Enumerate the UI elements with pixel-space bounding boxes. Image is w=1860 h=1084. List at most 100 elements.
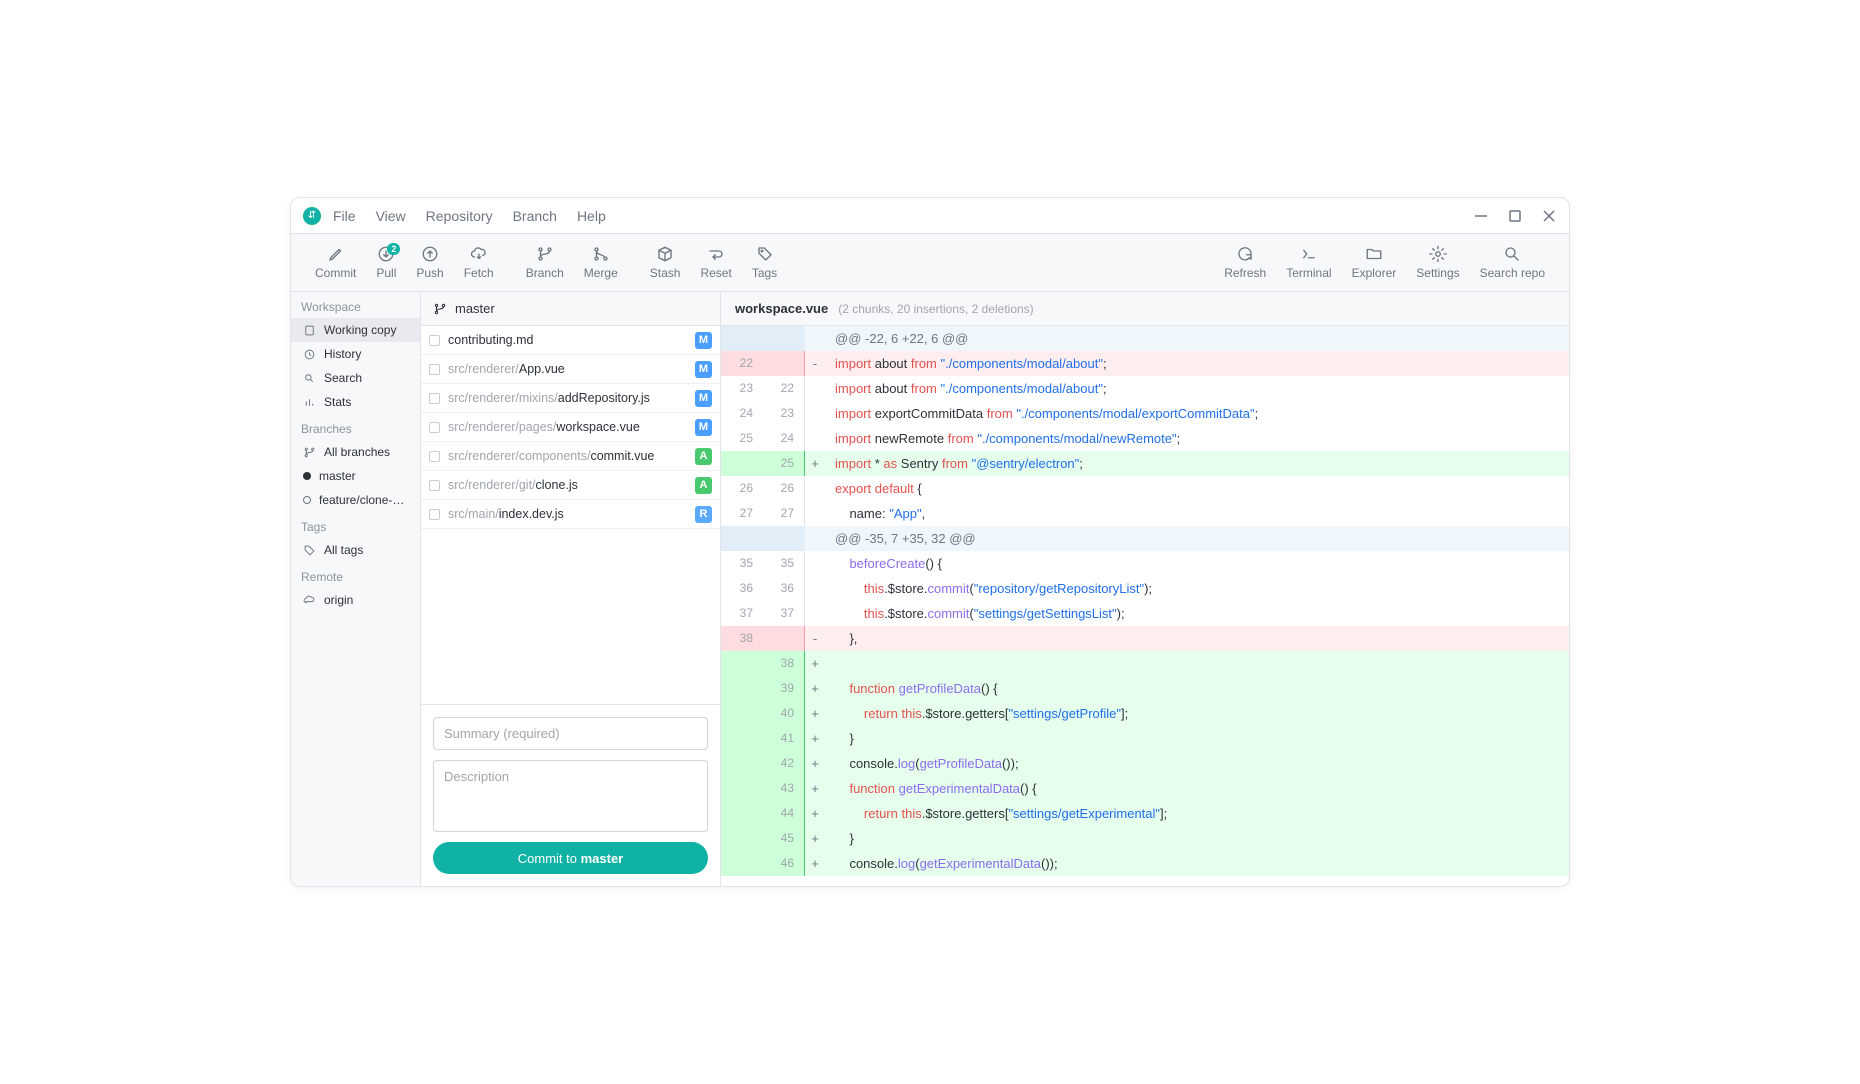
file-checkbox[interactable] — [429, 335, 440, 346]
search-icon — [303, 372, 316, 385]
branch-icon — [433, 302, 447, 316]
file-path: src/main/index.dev.js — [448, 507, 687, 521]
menu-file[interactable]: File — [333, 208, 356, 224]
toolbar-refresh[interactable]: Refresh — [1214, 245, 1276, 280]
merge-icon — [592, 245, 610, 263]
toolbar-stash[interactable]: Stash — [640, 245, 691, 280]
file-row[interactable]: src/main/index.dev.js R — [421, 500, 720, 529]
commit-button[interactable]: Commit to master — [433, 842, 708, 874]
diff-line: @@ -22, 6 +22, 6 @@ — [721, 326, 1569, 351]
toolbar-search[interactable]: Search repo — [1470, 245, 1555, 280]
toolbar-pull-label: Pull — [376, 266, 396, 280]
file-row[interactable]: src/renderer/App.vue M — [421, 355, 720, 384]
toolbar-push-label: Push — [416, 266, 443, 280]
sidebar-history[interactable]: History — [291, 342, 420, 366]
sidebar-origin[interactable]: origin — [291, 588, 420, 612]
commit-summary-input[interactable] — [433, 717, 708, 750]
file-status-badge: M — [695, 361, 712, 378]
diff-line: 2524import newRemote from "./components/… — [721, 426, 1569, 451]
toolbar-merge[interactable]: Merge — [574, 245, 628, 280]
file-path: src/renderer/App.vue — [448, 362, 687, 376]
diff-line: 25+import * as Sentry from "@sentry/elec… — [721, 451, 1569, 476]
stats-icon — [303, 396, 316, 409]
search-icon — [1503, 245, 1521, 263]
sidebar-stats-label: Stats — [324, 395, 351, 409]
menu-repository[interactable]: Repository — [426, 208, 493, 224]
close-icon[interactable] — [1541, 208, 1557, 224]
diff-line: 40+ return this.$store.getters["settings… — [721, 701, 1569, 726]
file-row[interactable]: src/renderer/git/clone.js A — [421, 471, 720, 500]
titlebar: ⇵ File View Repository Branch Help — [291, 198, 1569, 234]
pencil-icon — [327, 245, 345, 263]
toolbar-branch[interactable]: Branch — [516, 245, 574, 280]
menu-bar: File View Repository Branch Help — [333, 208, 606, 224]
menu-view[interactable]: View — [376, 208, 406, 224]
cloud-icon — [303, 594, 316, 607]
toolbar-settings[interactable]: Settings — [1406, 245, 1469, 280]
menu-help[interactable]: Help — [577, 208, 606, 224]
diff-body[interactable]: @@ -22, 6 +22, 6 @@22-import about from … — [721, 326, 1569, 886]
sidebar-stats[interactable]: Stats — [291, 390, 420, 414]
menu-branch[interactable]: Branch — [513, 208, 557, 224]
toolbar-search-label: Search repo — [1480, 266, 1545, 280]
file-checkbox[interactable] — [429, 422, 440, 433]
sidebar-working-copy[interactable]: Working copy — [291, 318, 420, 342]
sidebar-working-copy-label: Working copy — [324, 323, 396, 337]
toolbar-explorer-label: Explorer — [1352, 266, 1397, 280]
folder-icon — [1365, 245, 1383, 263]
file-row[interactable]: src/renderer/pages/workspace.vue M — [421, 413, 720, 442]
toolbar-refresh-label: Refresh — [1224, 266, 1266, 280]
diff-line: 43+ function getExperimentalData() { — [721, 776, 1569, 801]
file-checkbox[interactable] — [429, 364, 440, 375]
toolbar-commit-label: Commit — [315, 266, 356, 280]
sidebar-workspace-title: Workspace — [291, 292, 420, 318]
toolbar-terminal[interactable]: Terminal — [1276, 245, 1341, 280]
toolbar-branch-label: Branch — [526, 266, 564, 280]
file-path: src/renderer/mixins/addRepository.js — [448, 391, 687, 405]
toolbar-tags[interactable]: Tags — [742, 245, 787, 280]
file-checkbox[interactable] — [429, 393, 440, 404]
sidebar-all-tags[interactable]: All tags — [291, 538, 420, 562]
toolbar-stash-label: Stash — [650, 266, 681, 280]
toolbar: Commit 2 Pull Push Fetch Branch Merge St… — [291, 234, 1569, 292]
terminal-icon — [1300, 245, 1318, 263]
toolbar-commit[interactable]: Commit — [305, 245, 366, 280]
commit-description-input[interactable] — [433, 760, 708, 832]
file-checkbox[interactable] — [429, 509, 440, 520]
toolbar-push[interactable]: Push — [406, 245, 453, 280]
file-path: src/renderer/git/clone.js — [448, 478, 687, 492]
body: Workspace Working copy History Search St… — [291, 292, 1569, 886]
diff-line: 38- }, — [721, 626, 1569, 651]
diff-line: 22-import about from "./components/modal… — [721, 351, 1569, 376]
toolbar-fetch[interactable]: Fetch — [454, 245, 504, 280]
tag-icon — [756, 245, 774, 263]
maximize-icon[interactable] — [1507, 208, 1523, 224]
toolbar-reset[interactable]: Reset — [690, 245, 741, 280]
window-controls — [1473, 208, 1557, 224]
sidebar-branch-master[interactable]: master — [291, 464, 420, 488]
sidebar-all-tags-label: All tags — [324, 543, 363, 557]
sidebar-branch-feature[interactable]: feature/clone-re... — [291, 488, 420, 512]
gear-icon — [1429, 245, 1447, 263]
file-row[interactable]: src/renderer/components/commit.vue A — [421, 442, 720, 471]
file-status-badge: M — [695, 390, 712, 407]
file-checkbox[interactable] — [429, 480, 440, 491]
filepanel-header[interactable]: master — [421, 292, 720, 326]
toolbar-explorer[interactable]: Explorer — [1342, 245, 1407, 280]
sidebar-origin-label: origin — [324, 593, 353, 607]
file-status-badge: A — [695, 448, 712, 465]
sidebar-branch-feature-label: feature/clone-re... — [319, 493, 408, 507]
refresh-icon — [1236, 245, 1254, 263]
pull-badge: 2 — [387, 243, 400, 255]
file-row[interactable]: src/renderer/mixins/addRepository.js M — [421, 384, 720, 413]
sidebar-all-branches[interactable]: All branches — [291, 440, 420, 464]
toolbar-pull[interactable]: 2 Pull — [366, 245, 406, 280]
sidebar-search[interactable]: Search — [291, 366, 420, 390]
dot-icon — [303, 472, 311, 480]
minimize-icon[interactable] — [1473, 208, 1489, 224]
commit-box: Commit to master — [421, 704, 720, 886]
file-list: contributing.md M src/renderer/App.vue M… — [421, 326, 720, 704]
diff-line: 46+ console.log(getExperimentalData()); — [721, 851, 1569, 876]
file-row[interactable]: contributing.md M — [421, 326, 720, 355]
file-checkbox[interactable] — [429, 451, 440, 462]
